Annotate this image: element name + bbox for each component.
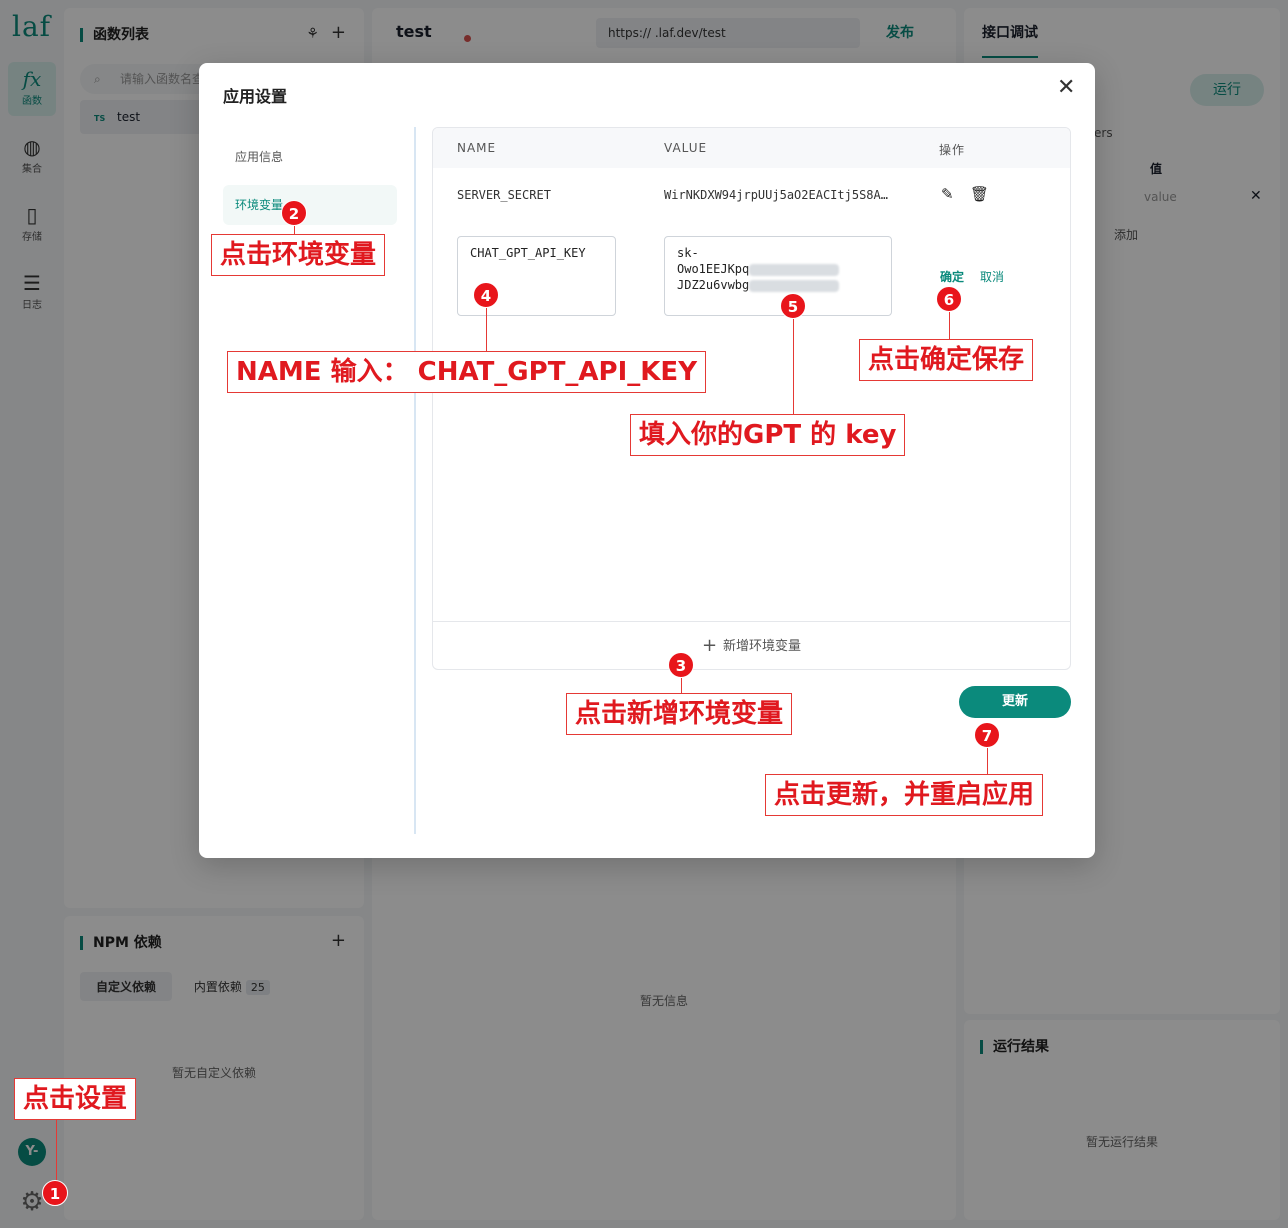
redacted-blur xyxy=(749,263,840,276)
env-value-line1: sk- xyxy=(677,246,699,260)
trash-icon[interactable]: 🗑 xyxy=(970,185,989,203)
env-value-input[interactable]: sk- Owo1EEJKpq JDZ2u6vwbg xyxy=(664,236,892,316)
annotation-1-badge: 1 xyxy=(42,1180,68,1206)
col-value: VALUE xyxy=(664,141,708,155)
annotation-2-line xyxy=(294,226,295,234)
divider xyxy=(414,127,416,834)
annotation-1-line xyxy=(56,1120,57,1180)
annotation-2-text: 点击环境变量 xyxy=(211,234,386,276)
add-env-button[interactable]: + 新增环境变量 xyxy=(433,621,1070,669)
annotation-7-line xyxy=(987,748,988,774)
annotation-5-line xyxy=(793,319,794,414)
env-table-header: NAME VALUE 操作 xyxy=(433,128,1070,168)
annotation-4-line xyxy=(486,308,487,351)
modal-title: 应用设置 xyxy=(223,87,288,106)
settings-menu: 应用信息 环境变量 xyxy=(223,137,397,233)
annotation-7-text: 点击更新，并重启应用 xyxy=(765,774,1044,816)
menu-app-info[interactable]: 应用信息 xyxy=(223,137,397,177)
app-settings-modal: 应用设置 ✕ 应用信息 环境变量 NAME VALUE 操作 SERVER_SE… xyxy=(199,63,1095,858)
annotation-2-badge: 2 xyxy=(281,200,307,226)
env-table: NAME VALUE 操作 SERVER_SECRET WirNKDXW94jr… xyxy=(432,127,1071,670)
env-row-value: WirNKDXW94jrpUUj5aO2EACItj5S8A... xyxy=(664,188,894,202)
update-button[interactable]: 更新 xyxy=(959,686,1071,718)
edit-icon[interactable]: ✎ xyxy=(941,185,954,203)
cancel-button[interactable]: 取消 xyxy=(980,268,1004,285)
col-action: 操作 xyxy=(939,143,966,157)
annotation-6-text: 点击确定保存 xyxy=(859,339,1034,381)
env-value-line2: Owo1EEJKpq xyxy=(677,262,750,276)
env-row-name: SERVER_SECRET xyxy=(457,188,551,202)
annotation-4-badge: 4 xyxy=(473,282,499,308)
env-value-line3: JDZ2u6vwbg xyxy=(677,278,750,292)
annotation-6-line xyxy=(949,312,950,339)
annotation-3-line xyxy=(681,678,682,693)
annotation-7-badge: 7 xyxy=(974,722,1000,748)
close-icon[interactable]: ✕ xyxy=(1057,75,1075,100)
annotation-3-text: 点击新增环境变量 xyxy=(566,693,793,735)
col-name: NAME xyxy=(457,141,497,155)
confirm-button[interactable]: 确定 xyxy=(940,268,964,285)
plus-icon: + xyxy=(701,635,718,656)
annotation-4-text: NAME 输入： CHAT_GPT_API_KEY xyxy=(227,351,707,393)
annotation-5-text: 填入你的GPT 的 key xyxy=(630,414,906,456)
redacted-blur xyxy=(749,279,840,292)
annotation-5-badge: 5 xyxy=(780,293,806,319)
annotation-1-text: 点击设置 xyxy=(14,1078,137,1120)
add-env-label: 新增环境变量 xyxy=(723,639,802,654)
annotation-3-badge: 3 xyxy=(668,652,694,678)
annotation-6-badge: 6 xyxy=(936,286,962,312)
menu-env-vars[interactable]: 环境变量 xyxy=(223,185,397,225)
